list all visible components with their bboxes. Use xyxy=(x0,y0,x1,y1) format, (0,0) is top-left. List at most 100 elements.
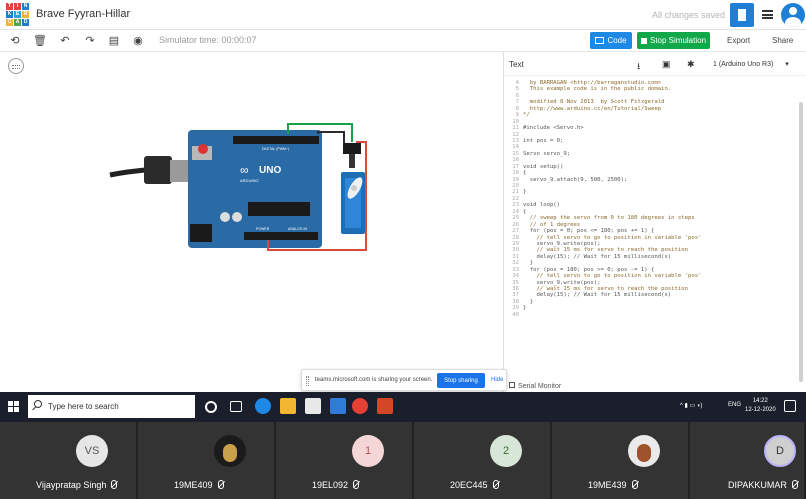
code-text[interactable]: 4 by BARRAGAN <http://barraganstudio.com… xyxy=(504,80,799,375)
participant-avatar: D xyxy=(764,435,796,467)
participant-photo xyxy=(223,444,237,462)
logo-letter: N xyxy=(22,3,29,10)
debugger-icon[interactable]: ✱ xyxy=(687,59,695,70)
code-editor-panel: Text ⭳ ▣ ✱ 1 (Arduino Uno R3) ▾ 4 by BAR… xyxy=(503,52,806,392)
logo-letter: E xyxy=(14,11,21,18)
store-icon[interactable] xyxy=(305,398,321,414)
cortana-icon[interactable] xyxy=(205,401,217,413)
powerpoint-icon[interactable] xyxy=(377,398,393,414)
capacitor-1 xyxy=(220,212,230,222)
code-line-text: servo_9.write(pos); xyxy=(523,279,601,286)
code-line-text: } xyxy=(523,260,534,267)
uno-logo-infinity: ∞ xyxy=(240,163,249,177)
participant-name-text: 20EC445 xyxy=(450,480,488,490)
atmega-chip xyxy=(248,202,310,216)
taskbar-clock[interactable]: 14:22 12-12-2020 xyxy=(745,397,776,415)
stop-sharing-button[interactable]: Stop sharing xyxy=(437,373,485,388)
mail-icon[interactable] xyxy=(330,398,346,414)
circuit-view-icon[interactable] xyxy=(730,3,754,27)
code-line-text: modified 8 Nov 2013 by Scott Fitzgerald xyxy=(523,99,665,106)
logo-letter: I xyxy=(14,3,21,10)
board-select[interactable]: 1 (Arduino Uno R3) ▾ xyxy=(713,60,789,68)
circuit-canvas[interactable]: ∞ UNO ARDUINO DIGITAL (PWM~) POWER ANALO… xyxy=(0,52,503,392)
participant-tile[interactable]: 19ME409 xyxy=(138,422,276,499)
participant-avatar: 2 xyxy=(490,435,522,467)
participant-tile[interactable]: 19ME439 xyxy=(552,422,690,499)
power-jack xyxy=(190,224,212,242)
taskbar-search[interactable]: Type here to search xyxy=(28,395,195,418)
mic-muted-icon xyxy=(791,480,798,489)
export-button[interactable]: Export xyxy=(727,36,750,45)
code-line-text: // sweep the servo from 0 to 180 degrees… xyxy=(523,215,695,222)
servo-cable xyxy=(349,154,355,168)
rotate-icon[interactable]: ⟲ xyxy=(8,34,22,48)
delete-icon[interactable]: 🗑 xyxy=(33,34,47,48)
participant-name: Vijaypratap Singh xyxy=(36,480,118,490)
language-indicator[interactable]: ENG xyxy=(728,402,741,408)
serial-monitor-label: Serial Monitor xyxy=(518,383,562,390)
edge-icon[interactable] xyxy=(255,398,271,414)
logo-letter: R xyxy=(22,11,29,18)
analog-label: ANALOG IN xyxy=(288,227,308,231)
drag-handle-icon[interactable] xyxy=(306,376,309,386)
share-button[interactable]: Share xyxy=(772,36,793,45)
servo-shaft xyxy=(351,185,357,191)
participant-tile[interactable]: D DIPAKKUMAR xyxy=(690,422,806,499)
code-editor-header: Text ⭳ ▣ ✱ 1 (Arduino Uno R3) ▾ xyxy=(504,52,806,76)
power-analog-header xyxy=(244,232,318,240)
code-line-text: // of 1 degrees xyxy=(523,221,581,228)
code-line-text: for (pos = 180; pos >= 0; pos -= 1) { xyxy=(523,266,655,273)
code-icon xyxy=(595,37,605,44)
participant-tile[interactable]: 1 19EL092 xyxy=(276,422,414,499)
file-explorer-icon[interactable] xyxy=(280,398,296,414)
code-line-text: */ xyxy=(523,112,530,119)
save-status: All changes saved xyxy=(652,10,726,20)
mic-muted-icon xyxy=(217,480,224,489)
screen: TINKERCAD Brave Fyyran-Hillar All change… xyxy=(0,0,806,499)
logo-letter: D xyxy=(22,19,29,26)
task-view-icon[interactable] xyxy=(230,401,242,412)
participant-photo xyxy=(637,444,651,462)
system-tray-icons[interactable]: ^ ▮ ▭ ◖) xyxy=(680,402,702,409)
download-icon[interactable]: ⭳ xyxy=(637,59,640,75)
participant-name: 19ME409 xyxy=(174,480,224,490)
code-line-text: http://www.arduino.cc/en/Tutorial/Sweep xyxy=(523,105,662,112)
digital-label: DIGITAL (PWM~) xyxy=(262,147,289,151)
code-line-text: int pos = 0; xyxy=(523,137,564,144)
line-number: 40 xyxy=(512,311,519,318)
reset-button xyxy=(198,144,208,154)
code-line-text: delay(15); // Wait for 15 millisecond(s) xyxy=(523,292,672,299)
stop-simulation-label: Stop Simulation xyxy=(649,36,707,45)
participant-avatar xyxy=(628,435,660,467)
notes-icon[interactable]: ▤ xyxy=(107,34,121,48)
upload-icon[interactable]: ▣ xyxy=(662,59,671,70)
user-avatar[interactable] xyxy=(781,3,805,27)
notifications-icon[interactable] xyxy=(784,400,796,412)
serial-monitor-toggle[interactable]: Serial Monitor xyxy=(509,382,561,390)
code-line-text: { xyxy=(523,170,527,177)
stop-simulation-button[interactable]: Stop Simulation xyxy=(637,32,710,49)
capacitor-2 xyxy=(232,212,242,222)
participant-name: 19ME439 xyxy=(588,480,638,490)
usb-plug-body xyxy=(144,156,172,184)
participant-tile[interactable]: VS Vijaypratap Singh xyxy=(0,422,138,499)
board-select-label: 1 (Arduino Uno R3) xyxy=(713,61,774,68)
visibility-icon[interactable]: ◉ xyxy=(131,34,145,48)
simulator-time: Simulator time: 00:00:07 xyxy=(159,35,257,45)
undo-icon[interactable]: ↶ xyxy=(58,34,72,48)
participant-name-text: 19ME409 xyxy=(174,480,213,490)
components-list-icon[interactable] xyxy=(762,10,773,19)
design-title[interactable]: Brave Fyyran-Hillar xyxy=(36,8,130,20)
code-button[interactable]: Code xyxy=(590,32,632,49)
hide-sharing-bar-link[interactable]: Hide xyxy=(491,377,503,383)
editor-mode-select[interactable]: Text xyxy=(509,60,524,69)
redo-icon[interactable]: ↷ xyxy=(83,34,97,48)
chrome-icon[interactable] xyxy=(352,398,368,414)
mic-muted-icon xyxy=(111,480,118,489)
participant-tile[interactable]: 2 20EC445 xyxy=(414,422,552,499)
power-label: POWER xyxy=(256,227,270,231)
tinkercad-logo[interactable]: TIN KER CAD xyxy=(6,3,29,27)
windows-start-icon[interactable] xyxy=(8,401,19,412)
code-scrollbar[interactable] xyxy=(799,102,803,382)
code-line-text: for (pos = 0; pos <= 180; pos += 1) { xyxy=(523,228,655,235)
